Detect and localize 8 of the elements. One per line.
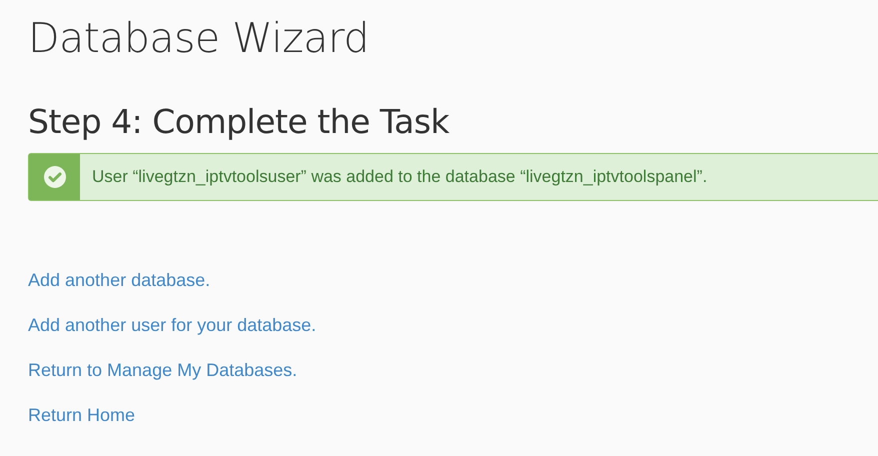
- link[interactable]: Return Home: [28, 405, 136, 426]
- link[interactable]: Add another database.: [28, 270, 210, 291]
- link[interactable]: Return to Manage My Databases.: [28, 360, 298, 381]
- step-heading: Step 4: Complete the Task: [28, 102, 450, 142]
- page-title: Database Wizard: [28, 13, 370, 64]
- link[interactable]: Add another user for your database.: [28, 315, 316, 336]
- check-circle-icon: [42, 165, 66, 189]
- alert-message: User “livegtzn_iptvtoolsuser” was added to the database “livegtzn_iptvtoolspanel”.: [91, 166, 708, 188]
